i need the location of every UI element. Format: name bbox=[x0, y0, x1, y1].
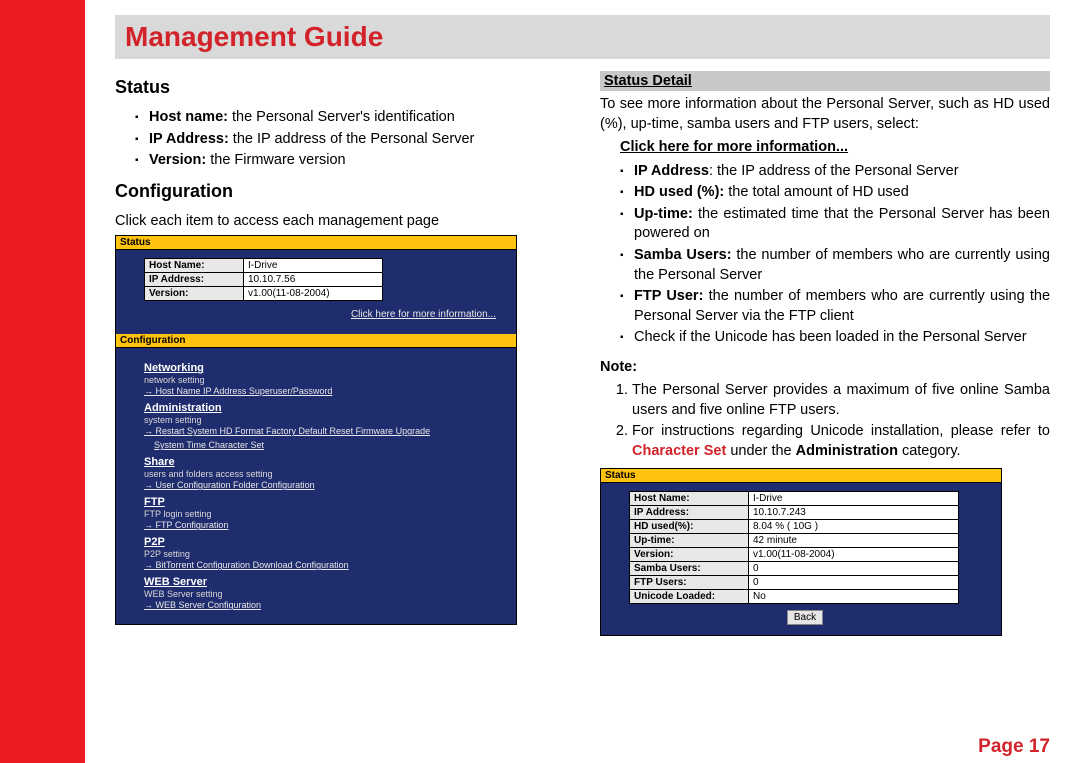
click-here-link[interactable]: Click here for more information... bbox=[620, 139, 848, 155]
detail-item: HD used (%): the total amount of HD used bbox=[620, 183, 1050, 203]
status-list: Host name: the Personal Server's identif… bbox=[115, 108, 565, 171]
status-detail-intro: To see more information about the Person… bbox=[600, 95, 1050, 134]
note-list: The Personal Server provides a maximum o… bbox=[600, 381, 1050, 461]
detail-item: IP Address: the IP address of the Person… bbox=[620, 162, 1050, 182]
status-detail-heading: Status Detail bbox=[600, 71, 1050, 91]
mini1-config-body: Networkingnetwork settingHost Name IP Ad… bbox=[116, 348, 516, 624]
detail-item: Up-time: the estimated time that the Per… bbox=[620, 205, 1050, 244]
status-heading: Status bbox=[115, 77, 565, 98]
left-column: Status Host name: the Personal Server's … bbox=[115, 71, 565, 728]
content-area: Management Guide Status Host name: the P… bbox=[85, 0, 1080, 763]
mini1-status-hdr: Status bbox=[116, 236, 516, 250]
mini1-config-hdr: Configuration bbox=[116, 334, 516, 348]
status-detail-list: IP Address: the IP address of the Person… bbox=[600, 162, 1050, 348]
mini1-more-link[interactable]: Click here for more information... bbox=[144, 309, 496, 320]
note-heading: Note: bbox=[600, 359, 637, 375]
mini2-status-hdr: Status bbox=[601, 469, 1001, 483]
columns: Status Host name: the Personal Server's … bbox=[115, 71, 1050, 728]
page-wrap: Management Guide Status Host name: the P… bbox=[0, 0, 1080, 763]
detail-item: FTP User: the number of members who are … bbox=[620, 287, 1050, 326]
config-heading: Configuration bbox=[115, 181, 565, 202]
mini2-status-table: Host Name:I-DriveIP Address:10.10.7.243H… bbox=[629, 491, 959, 604]
detail-item: Samba Users: the number of members who a… bbox=[620, 246, 1050, 285]
page-title: Management Guide bbox=[115, 15, 1050, 59]
status-item: Host name: the Personal Server's identif… bbox=[135, 108, 565, 128]
note-item: For instructions regarding Unicode insta… bbox=[632, 422, 1050, 461]
page-number: Page 17 bbox=[115, 728, 1050, 758]
red-sidebar bbox=[0, 0, 85, 763]
status-item: IP Address: the IP address of the Person… bbox=[135, 130, 565, 150]
note-item: The Personal Server provides a maximum o… bbox=[632, 381, 1050, 420]
right-column: Status Detail To see more information ab… bbox=[600, 71, 1050, 728]
config-intro: Click each item to access each managemen… bbox=[115, 212, 565, 232]
mini1-status-table: Host Name:I-DriveIP Address:10.10.7.56Ve… bbox=[144, 258, 383, 301]
config-screenshot: Status Host Name:I-DriveIP Address:10.10… bbox=[115, 235, 517, 625]
status-item: Version: the Firmware version bbox=[135, 151, 565, 171]
back-button[interactable]: Back bbox=[787, 610, 823, 625]
detail-item: Check if the Unicode has been loaded in … bbox=[620, 328, 1050, 348]
status-detail-screenshot: Status Host Name:I-DriveIP Address:10.10… bbox=[600, 468, 1002, 636]
